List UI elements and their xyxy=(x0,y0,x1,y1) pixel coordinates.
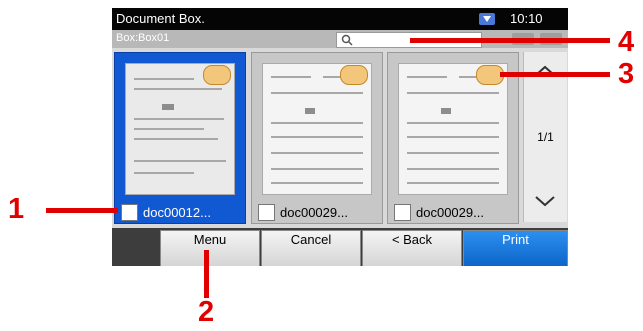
document-name-row[interactable]: doc00029... xyxy=(252,201,382,223)
cancel-button[interactable]: Cancel xyxy=(261,230,361,266)
document-thumbnail[interactable]: doc00029... xyxy=(387,52,519,224)
status-icon xyxy=(478,11,496,27)
search-icon[interactable] xyxy=(341,33,355,46)
title-bar: Document Box. 10:10 xyxy=(112,8,568,30)
checkbox-icon[interactable] xyxy=(121,204,138,221)
document-name-row[interactable]: doc00029... xyxy=(388,201,518,223)
document-thumbnail[interactable]: doc00029... xyxy=(251,52,383,224)
document-name: doc00029... xyxy=(280,205,348,220)
document-name-row[interactable]: doc00012... xyxy=(115,201,245,223)
scroll-pane: 1/1 xyxy=(523,52,567,222)
clock: 10:10 xyxy=(510,11,543,26)
document-name: doc00029... xyxy=(416,205,484,220)
device-screen: Document Box. 10:10 Box:Box01 doc00012..… xyxy=(112,8,568,266)
callout-number-1: 1 xyxy=(8,193,25,225)
scroll-up-icon[interactable] xyxy=(528,60,562,82)
scroll-down-icon[interactable] xyxy=(528,190,562,212)
page-indicator: 1/1 xyxy=(537,130,554,144)
stamp-icon xyxy=(340,65,368,85)
stamp-icon xyxy=(203,65,231,85)
callout-number-3: 3 xyxy=(618,58,635,90)
callout-line-3 xyxy=(500,72,610,77)
document-name: doc00012... xyxy=(143,205,211,220)
callout-line-2 xyxy=(204,250,209,298)
window-title: Document Box. xyxy=(116,11,205,26)
checkbox-icon[interactable] xyxy=(394,204,411,221)
menu-button[interactable]: Menu xyxy=(160,230,260,266)
back-button[interactable]: < Back xyxy=(362,230,462,266)
print-button[interactable]: Print xyxy=(463,230,568,266)
checkbox-icon[interactable] xyxy=(258,204,275,221)
callout-number-4: 4 xyxy=(618,26,635,58)
callout-line-1 xyxy=(46,208,118,213)
callout-line-4 xyxy=(410,38,610,43)
callout-number-2: 2 xyxy=(198,296,215,328)
document-thumbnail[interactable]: doc00012... xyxy=(114,52,246,224)
box-name: Box:Box01 xyxy=(116,32,170,44)
